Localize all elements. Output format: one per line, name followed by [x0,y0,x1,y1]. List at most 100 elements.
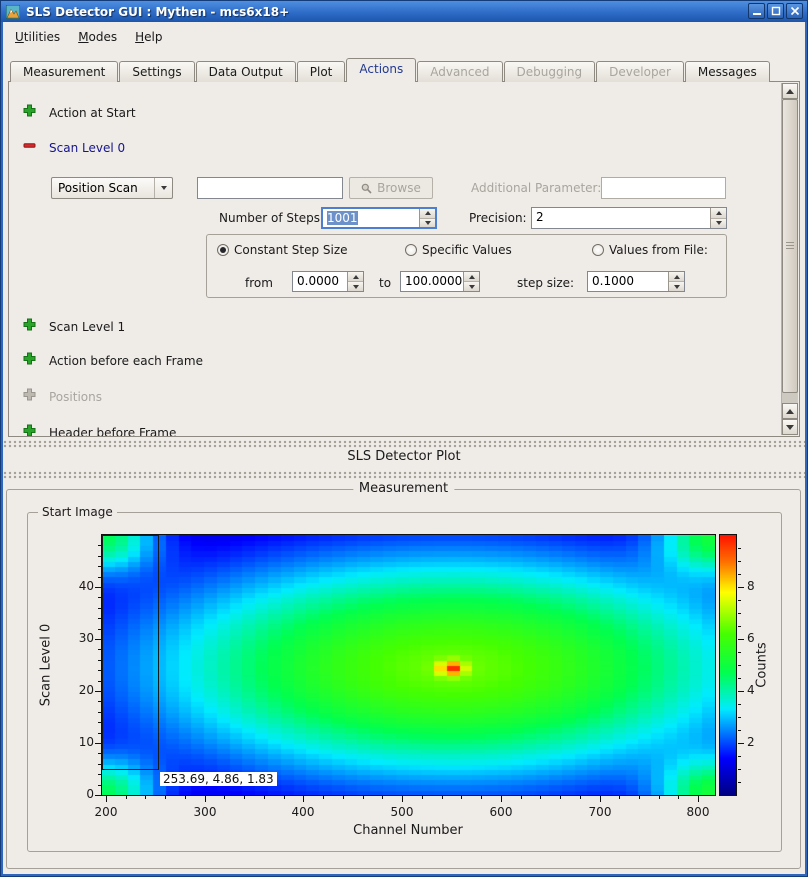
x-axis-title: Channel Number [353,823,463,838]
from-spinbox[interactable]: 0.0000 [292,271,364,292]
radio-constant-step-size-label[interactable]: Constant Step Size [234,243,348,257]
measurement-groupbox: Measurement Start Image Scan Level 0 Cou… [6,489,801,869]
radio-values-from-file-label[interactable]: Values from File: [609,243,708,257]
tab-settings[interactable]: Settings [119,61,194,82]
measurement-group-title: Measurement [353,481,454,496]
colorbar-tick-label: 2 [747,735,771,749]
to-value: 100.0000 [401,272,463,291]
plot-area: Scan Level 0 Counts Channel Number 253.6… [28,513,781,851]
axis-tick [738,600,741,601]
scan-mode-select[interactable]: Position Scan [51,177,173,199]
minimize-button[interactable] [748,3,765,19]
x-tick-label: 600 [481,805,521,819]
scrollbar-thumb[interactable] [782,99,798,393]
heatmap-canvas[interactable] [102,535,715,795]
splitter-handle[interactable] [3,471,805,479]
radio-specific-values[interactable]: Specific Values [405,243,512,257]
actions-tab-panel: Action at Start Scan Level 0 Position Sc… [8,81,800,437]
splitter-handle[interactable] [3,440,805,448]
scan-mode-value: Position Scan [52,178,154,198]
radio-constant-step-size[interactable]: Constant Step Size [217,243,348,257]
spin-down-button[interactable] [420,219,435,228]
spin-up-button[interactable] [711,208,726,219]
header-before-frame-label[interactable]: Header before Frame [49,426,176,437]
axis-tick [738,626,741,627]
close-icon [790,6,800,16]
scan-script-input[interactable] [197,177,343,199]
collapse-minus-icon[interactable] [23,139,36,152]
axis-tick [738,548,741,549]
spin-down-button[interactable] [464,282,479,291]
y-tick-label: 0 [66,787,94,801]
scroll-up-button[interactable] [782,83,798,99]
tab-plot[interactable]: Plot [297,61,346,82]
scan-level-1-label[interactable]: Scan Level 1 [49,320,125,334]
spin-up-button[interactable] [348,272,363,282]
expand-plus-icon[interactable] [23,318,36,331]
colorbar-tick-label: 4 [747,683,771,697]
radio-icon[interactable] [592,244,604,256]
number-of-steps-spinbox[interactable]: 1001 [321,207,437,229]
axis-tick [98,712,101,713]
action-at-start-label[interactable]: Action at Start [49,106,136,120]
step-size-spinbox[interactable]: 0.1000 [587,271,685,292]
vertical-scrollbar[interactable] [781,83,798,435]
maximize-button[interactable] [767,3,784,19]
axis-tick [205,796,206,802]
tab-data-output[interactable]: Data Output [196,61,296,82]
precision-value: 2 [532,208,710,228]
axis-tick [98,733,101,734]
spin-up-button[interactable] [464,272,479,282]
colorbar-tick-label: 6 [747,631,771,645]
spin-buttons [347,272,363,291]
axis-tick [738,756,741,757]
spin-up-button[interactable] [669,272,684,282]
tab-messages[interactable]: Messages [685,61,770,82]
axis-tick [738,743,744,744]
scan-level-0-label[interactable]: Scan Level 0 [49,141,125,155]
tab-actions[interactable]: Actions [346,58,416,82]
spin-up-button[interactable] [420,209,435,219]
axis-tick [600,796,601,802]
axis-tick [244,796,245,799]
expand-plus-icon[interactable] [23,352,36,365]
axis-tick [98,608,101,609]
tab-measurement[interactable]: Measurement [10,61,118,82]
radio-specific-values-label[interactable]: Specific Values [422,243,512,257]
radio-icon[interactable] [405,244,417,256]
action-before-each-frame-label[interactable]: Action before each Frame [49,354,203,368]
scroll-up-button-2[interactable] [782,403,798,419]
minimize-icon [752,6,762,16]
number-of-steps-label: Number of Steps: [219,211,324,225]
spin-buttons [419,209,435,227]
tab-bar: MeasurementSettingsData OutputPlotAction… [10,59,771,82]
menu-modes[interactable]: Modes [69,26,126,48]
x-tick-label: 200 [86,805,126,819]
axis-tick [560,796,561,799]
spin-down-button[interactable] [669,282,684,291]
y-axis-title: Scan Level 0 [39,624,54,706]
expand-plus-icon[interactable] [23,104,36,117]
colorbar-canvas [720,535,736,795]
radio-values-from-file[interactable]: Values from File: [592,243,708,257]
axis-tick [738,561,741,562]
menubar: UtilitiesModesHelp [6,25,172,49]
to-spinbox[interactable]: 100.0000 [400,271,480,292]
colorbar-title: Counts [755,642,770,687]
axis-tick [95,691,101,692]
axis-tick [126,796,127,799]
menu-help[interactable]: Help [126,26,171,48]
scroll-down-button[interactable] [782,419,798,435]
close-button[interactable] [786,3,803,19]
spin-down-button[interactable] [711,219,726,229]
precision-spinbox[interactable]: 2 [531,207,727,229]
radio-selected-icon[interactable] [217,244,229,256]
titlebar[interactable]: SLS Detector GUI : Mythen - mcs6x18+ [1,1,807,22]
spin-down-button[interactable] [348,282,363,291]
menu-utilities[interactable]: Utilities [6,26,69,48]
axis-tick [98,629,101,630]
axis-tick [639,796,640,799]
axis-tick [580,796,581,799]
expand-plus-icon[interactable] [23,424,36,437]
additional-parameter-input[interactable] [601,177,726,199]
